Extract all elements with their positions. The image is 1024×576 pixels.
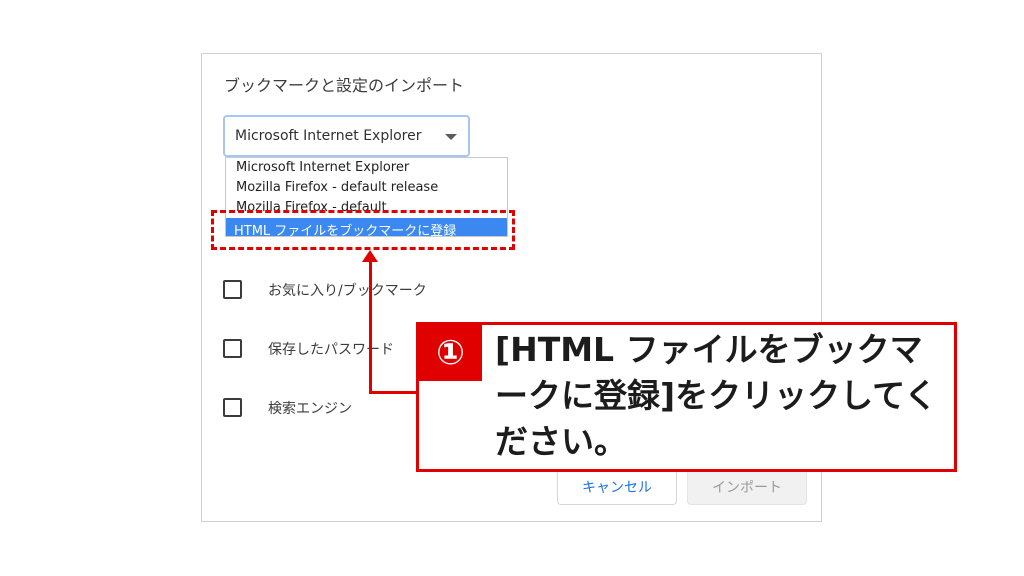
- chevron-down-icon: [445, 134, 457, 140]
- browser-select[interactable]: Microsoft Internet Explorer: [223, 115, 470, 157]
- favorites-checkbox[interactable]: [223, 280, 242, 299]
- passwords-checkbox[interactable]: [223, 339, 242, 358]
- dropdown-option-ie[interactable]: Microsoft Internet Explorer: [236, 160, 409, 175]
- cancel-button[interactable]: キャンセル: [557, 469, 677, 505]
- dropdown-option-firefox-release[interactable]: Mozilla Firefox - default release: [236, 180, 438, 195]
- search-engines-checkbox[interactable]: [223, 398, 242, 417]
- callout-connector-horizontal: [369, 391, 416, 394]
- instruction-callout: ① [HTML ファイルをブックマークに登録]をクリックしてください。: [416, 322, 957, 472]
- step-number-badge: ①: [419, 325, 482, 381]
- callout-connector-vertical: [369, 260, 372, 394]
- dialog-title: ブックマークと設定のインポート: [224, 76, 465, 95]
- favorites-label: お気に入り/ブックマーク: [268, 283, 427, 299]
- screenshot-stage: ブックマークと設定のインポート Microsoft Internet Explo…: [0, 0, 1024, 576]
- passwords-label: 保存したパスワード: [268, 342, 394, 358]
- browser-select-value: Microsoft Internet Explorer: [235, 128, 422, 144]
- search-engines-label: 検索エンジン: [268, 401, 352, 417]
- import-button[interactable]: インポート: [687, 469, 807, 505]
- highlight-box: [211, 210, 515, 250]
- instruction-text: [HTML ファイルをブックマークに登録]をクリックしてください。: [495, 330, 938, 461]
